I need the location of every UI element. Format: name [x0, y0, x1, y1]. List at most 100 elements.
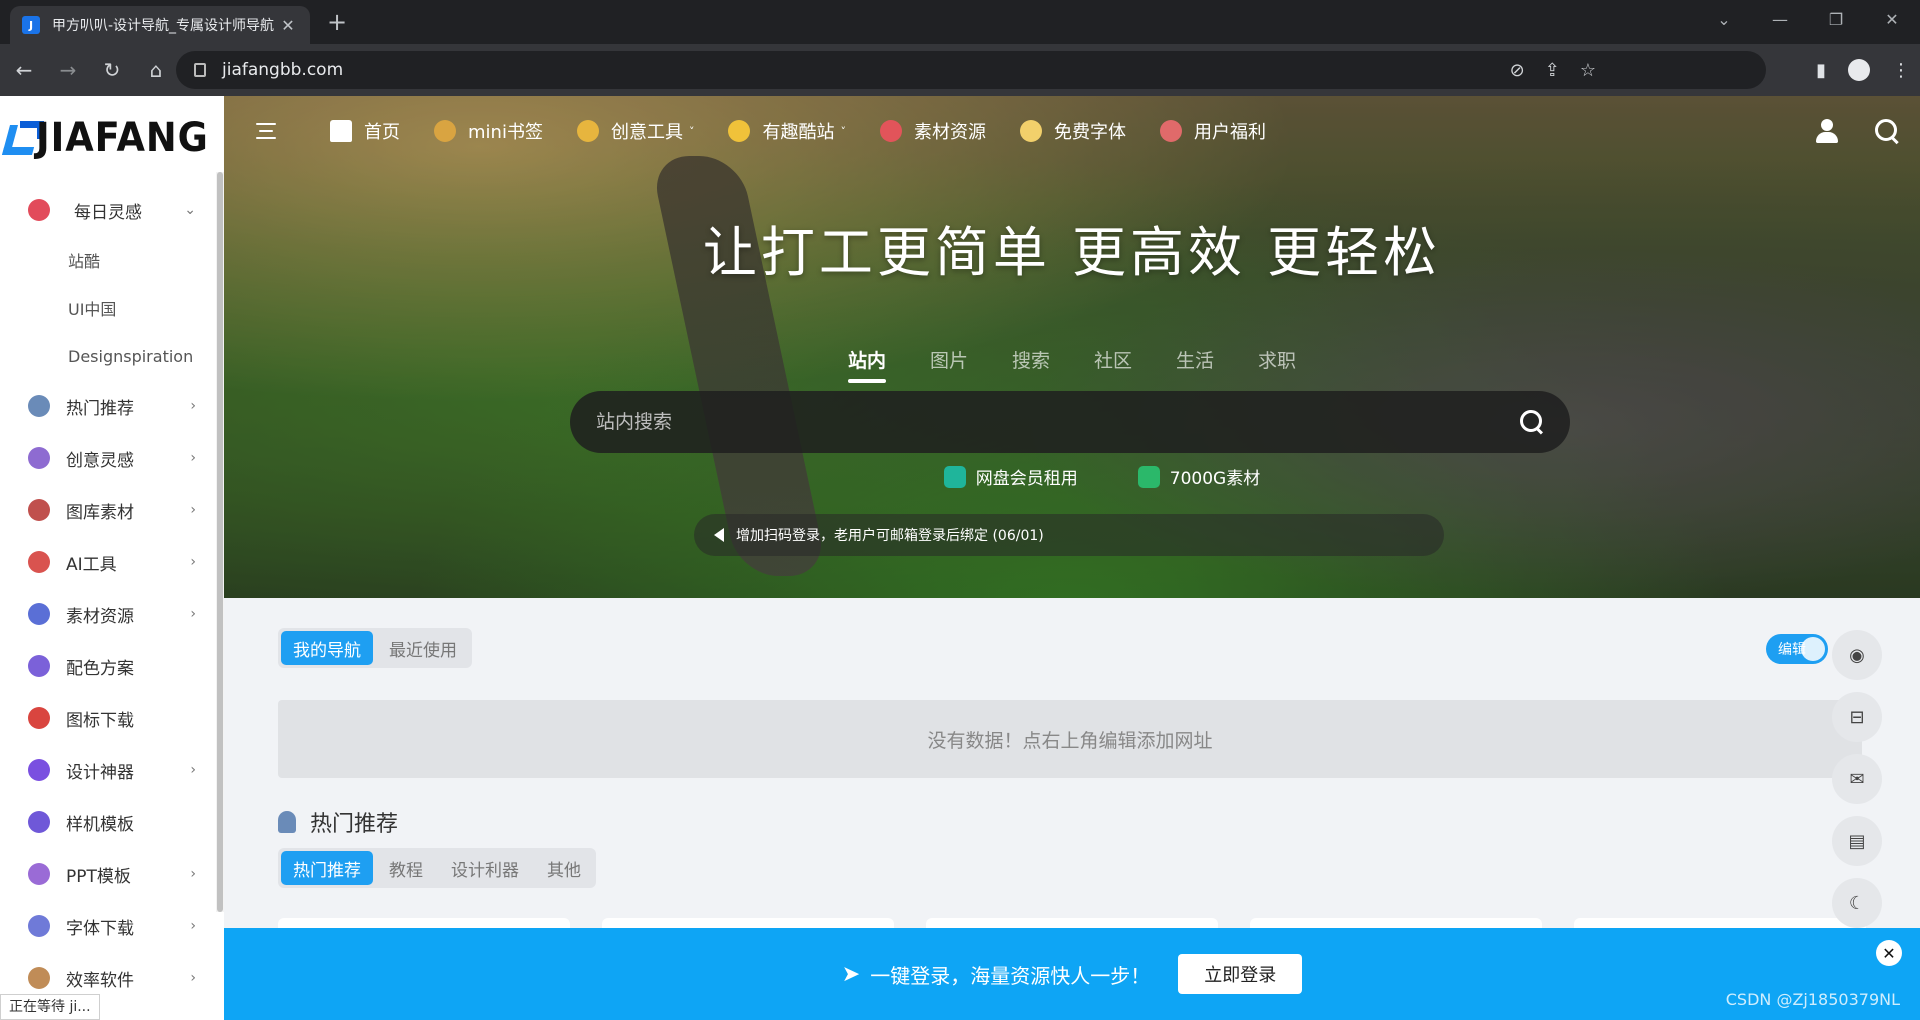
tab-search-chevron-icon[interactable]: ⌄: [1696, 0, 1752, 40]
lock-icon[interactable]: [194, 63, 206, 77]
sidebar-item-label: 每日灵感: [74, 202, 142, 223]
ppt-icon: [28, 863, 50, 885]
sidebar-scrollbar-thumb[interactable]: [217, 172, 223, 912]
search-tab-life[interactable]: 生活: [1176, 346, 1214, 383]
edit-toggle[interactable]: 编辑: [1766, 634, 1828, 664]
browser-tabbar: J 甲方叭叭-设计导航_专属设计师导航 ✕ + ⌄ — ❐ ✕: [0, 0, 1920, 44]
assets-icon: [28, 603, 50, 625]
icon-download-icon: [28, 707, 50, 729]
dark-mode-icon[interactable]: ☾: [1832, 878, 1882, 928]
home-icon[interactable]: ⌂: [136, 50, 176, 90]
site-search-box: [570, 391, 1570, 453]
hero-title: 让打工更简单 更高效 更轻松: [702, 221, 1442, 284]
sidebar-item-icons[interactable]: 图标下载: [0, 692, 224, 744]
heart-icon: [28, 199, 50, 221]
heart-icon: [879, 120, 902, 142]
quicklink-7000g[interactable]: 7000G素材: [1137, 464, 1261, 489]
address-bar[interactable]: jiafangbb.com ⊘ ⇪ ☆: [176, 51, 1766, 89]
window-close-icon[interactable]: ✕: [1864, 0, 1920, 40]
search-tab-community[interactable]: 社区: [1094, 346, 1132, 383]
search-tab-images[interactable]: 图片: [930, 346, 968, 383]
sidebar-item-ai-tools[interactable]: AI工具 ›: [0, 536, 224, 588]
side-panel-icon[interactable]: ▮: [1816, 60, 1826, 81]
sidebar-item-stock-images[interactable]: 图库素材 ›: [0, 484, 224, 536]
quicklink-netdisk[interactable]: 网盘会员租用: [943, 464, 1078, 489]
tab-my-nav[interactable]: 我的导航: [281, 631, 373, 665]
nav-user-benefits[interactable]: 用户福利: [1159, 118, 1266, 144]
tab-design-tools[interactable]: 设计利器: [439, 851, 531, 885]
reload-icon[interactable]: ↻: [92, 50, 132, 90]
chevron-right-icon: ›: [190, 866, 196, 882]
search-submit-icon[interactable]: [1520, 410, 1544, 434]
sidebar-subitem-ui-china[interactable]: UI中国: [0, 284, 224, 332]
restore-icon[interactable]: ❐: [1808, 0, 1864, 40]
chevron-right-icon: ›: [190, 762, 196, 778]
back-icon[interactable]: ←: [4, 50, 44, 90]
sidebar-item-assets[interactable]: 素材资源 ›: [0, 588, 224, 640]
customize-icon[interactable]: ◉: [1832, 630, 1882, 680]
nav-fun-sites[interactable]: 有趣酷站 ˅: [728, 118, 846, 144]
sidebar-item-ppt[interactable]: PPT模板 ›: [0, 848, 224, 900]
nav-home[interactable]: 首页: [330, 118, 400, 144]
bookmark-star-icon[interactable]: ☆: [1580, 60, 1596, 81]
tab-close-icon[interactable]: ✕: [278, 16, 298, 35]
minimize-icon[interactable]: —: [1752, 0, 1808, 40]
calendar-icon[interactable]: ▤: [1832, 816, 1882, 866]
sidebar-item-daily-inspiration[interactable]: 每日灵感 ⌄: [0, 184, 224, 236]
sidebar-item-fonts[interactable]: 字体下载 ›: [0, 900, 224, 952]
sidebar-subitem-designspiration[interactable]: Designspiration: [0, 332, 224, 380]
tab-hot[interactable]: 热门推荐: [281, 851, 373, 885]
toolbox-icon: [576, 120, 599, 142]
scan-icon[interactable]: ⊟: [1832, 692, 1882, 742]
nav-mini-bookmarks[interactable]: mini书签: [434, 118, 543, 144]
sidebar-item-label: 图标下载: [66, 710, 134, 731]
login-button[interactable]: 立即登录: [1178, 954, 1303, 994]
top-navigation: 首页 mini书签 创意工具 ˅ 有趣酷站 ˅ 素材资源 免费字体 用户福利: [224, 96, 1920, 166]
share-icon[interactable]: ⇪: [1545, 60, 1560, 81]
new-tab-icon[interactable]: +: [322, 8, 352, 38]
browser-tab[interactable]: J 甲方叭叭-设计导航_专属设计师导航 ✕: [10, 6, 310, 44]
empty-state: 没有数据！点右上角编辑添加网址: [278, 700, 1862, 778]
nav-free-fonts[interactable]: 免费字体: [1019, 118, 1126, 144]
wechat-icon[interactable]: ✉: [1832, 754, 1882, 804]
quicklink-label: 7000G素材: [1169, 469, 1261, 489]
announcement-bar[interactable]: 增加扫码登录，老用户可邮箱登录后绑定 (06/01): [694, 514, 1444, 556]
search-tab-jobs[interactable]: 求职: [1258, 346, 1296, 383]
blocked-icon[interactable]: ⊘: [1510, 60, 1525, 81]
sidebar-item-mockups[interactable]: 样机模板: [0, 796, 224, 848]
site-favicon-icon: J: [22, 16, 40, 34]
nav-creative-tools[interactable]: 创意工具 ˅: [576, 118, 694, 144]
tab-recent[interactable]: 最近使用: [377, 631, 469, 665]
sidebar-item-design-tools[interactable]: 设计神器 ›: [0, 744, 224, 796]
logo-mark-icon: [1, 117, 44, 159]
hot-section-title: 热门推荐: [278, 806, 398, 838]
floating-toolbar: ◉ ⊟ ✉ ▤ ☾: [1832, 630, 1882, 928]
profile-avatar[interactable]: [1848, 59, 1870, 81]
paper-plane-icon: ➤: [841, 961, 861, 987]
trophy-icon: [278, 811, 296, 833]
search-tabs: 站内 图片 搜索 社区 生活 求职: [224, 346, 1920, 383]
tab-other[interactable]: 其他: [535, 851, 593, 885]
search-input[interactable]: [596, 411, 1496, 433]
sidebar-item-hot[interactable]: 热门推荐 ›: [0, 380, 224, 432]
sidebar-item-creative[interactable]: 创意灵感 ›: [0, 432, 224, 484]
bookmark-icon: [434, 120, 456, 142]
forward-icon[interactable]: →: [48, 50, 88, 90]
site-logo[interactable]: JIAFANG: [0, 96, 224, 180]
search-tab-search[interactable]: 搜索: [1012, 346, 1050, 383]
kebab-menu-icon[interactable]: ⋮: [1892, 60, 1910, 81]
search-icon[interactable]: [1874, 118, 1900, 144]
announcement-text: 增加扫码登录，老用户可邮箱登录后绑定 (06/01): [736, 528, 1044, 544]
lightbulb-icon: [28, 447, 50, 469]
sidebar-item-color-schemes[interactable]: 配色方案: [0, 640, 224, 692]
sidebar-item-label: 设计神器: [66, 762, 134, 783]
tab-tutorials[interactable]: 教程: [377, 851, 435, 885]
menu-toggle-icon[interactable]: [236, 96, 296, 166]
font-icon: [28, 915, 50, 937]
nav-assets[interactable]: 素材资源: [879, 118, 986, 144]
user-icon[interactable]: [1814, 118, 1840, 144]
chevron-right-icon: ›: [190, 554, 196, 570]
close-icon[interactable]: ✕: [1876, 940, 1902, 966]
sidebar-subitem-zcool[interactable]: 站酷: [0, 236, 224, 284]
search-tab-site[interactable]: 站内: [847, 346, 886, 383]
